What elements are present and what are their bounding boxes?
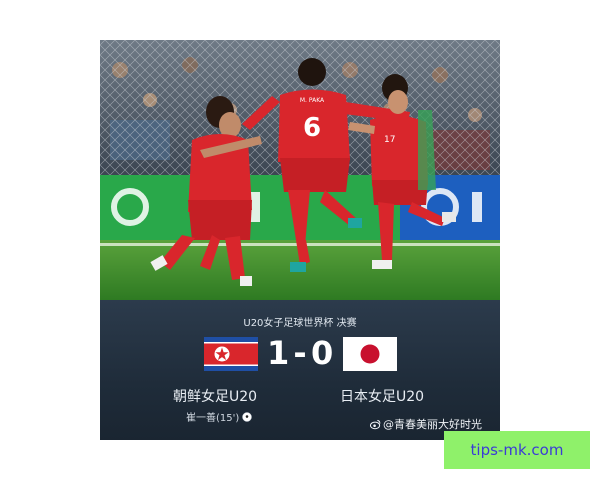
- soccer-ball-icon: [242, 411, 253, 422]
- match-title: U20女子足球世界杯 决赛: [243, 318, 357, 329]
- goal-scorer: 崔一善(15'): [186, 409, 253, 424]
- home-score: 1: [267, 334, 290, 372]
- weibo-watermark: @青春美丽大好时光: [370, 416, 482, 432]
- page: 6 M. PAKA 17 U20女子足球世界杯 决赛 1 - 0 朝鲜女足U20…: [0, 0, 600, 480]
- match-card: 6 M. PAKA 17 U20女子足球世界杯 决赛 1 - 0 朝鲜女足U20…: [100, 40, 500, 440]
- celebration-photo: 6 M. PAKA 17: [100, 40, 500, 300]
- home-team-name: 朝鲜女足U20: [173, 389, 258, 405]
- north-korea-flag-icon: [204, 337, 258, 371]
- weibo-handle: @青春美丽大好时光: [383, 418, 482, 431]
- japan-flag-icon: [343, 337, 397, 371]
- score-separator: -: [293, 334, 307, 372]
- jersey-number-right: 17: [384, 135, 395, 145]
- scorer-text: 崔一善(15'): [186, 413, 240, 424]
- away-team-name: 日本女足U20: [340, 389, 425, 405]
- jersey-lettering: M. PAKA: [300, 97, 325, 104]
- site-watermark: tips-mk.com: [444, 431, 590, 469]
- scoreboard: U20女子足球世界杯 决赛 1 - 0 朝鲜女足U20 日本女足U20 崔一善(…: [100, 300, 500, 440]
- away-score: 0: [311, 334, 334, 372]
- jersey-number: 6: [303, 113, 321, 143]
- weibo-icon: [370, 419, 381, 429]
